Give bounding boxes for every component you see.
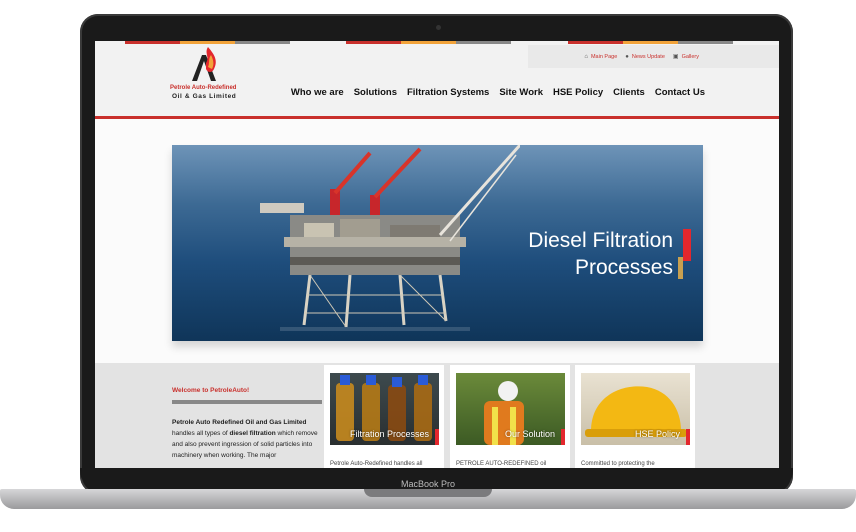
card-title: Filtration Processes	[349, 429, 429, 439]
hero-banner[interactable]: Diesel Filtration Processes	[172, 145, 703, 341]
laptop-mockup: Petrole Auto-Redefined Oil & Gas Limited…	[0, 0, 856, 532]
utility-link-label: Main Page	[590, 53, 618, 60]
hero-title: Diesel Filtration Processes	[528, 227, 673, 281]
utility-link-main-page[interactable]: ⌂ Main Page	[584, 54, 617, 60]
top-color-bars	[95, 41, 779, 44]
color-bar-red	[125, 41, 180, 44]
camera-icon	[436, 25, 441, 30]
logo-name-line1: Petrole Auto-Redefined	[170, 85, 237, 91]
nav-item-site-work[interactable]: Site Work	[499, 87, 543, 98]
card-title: HSE Policy	[634, 429, 680, 439]
hero-title-line2: Processes	[574, 256, 673, 279]
hero-accent-bar	[678, 257, 683, 279]
content-section: Welcome to PetroleAuto! Petrole Auto Red…	[95, 363, 779, 468]
nav-item-hse-policy[interactable]: HSE Policy	[553, 87, 603, 98]
color-bar-red	[568, 41, 623, 44]
card-title: Our Solution	[504, 429, 555, 439]
company-logo[interactable]: Petrole Auto-Redefined Oil & Gas Limited	[170, 47, 250, 103]
oil-rig-image	[260, 145, 520, 331]
image-icon: ▣	[672, 54, 679, 60]
color-bar-orange	[623, 41, 678, 44]
nav-item-filtration-systems[interactable]: Filtration Systems	[407, 87, 489, 98]
card-text: Petrole Auto-Redefined handles all	[330, 461, 423, 467]
color-bar-gray	[235, 41, 290, 44]
hero-accent-bar	[683, 229, 691, 261]
utility-link-label: News Update	[631, 53, 665, 60]
welcome-block: Welcome to PetroleAuto! Petrole Auto Red…	[172, 387, 322, 461]
card-accent-bar	[561, 429, 565, 445]
welcome-company-name: Petrole Auto Redefined Oil and Gas Limit…	[172, 419, 307, 426]
nav-item-solutions[interactable]: Solutions	[354, 87, 397, 98]
card-text: PETROLE AUTO-REDEFINED oil	[456, 461, 547, 467]
user-icon: ●	[625, 53, 629, 60]
laptop-brand-label: MacBook Pro	[400, 479, 456, 489]
welcome-title: Welcome to PetroleAuto!	[172, 387, 250, 394]
browser-screen: Petrole Auto-Redefined Oil & Gas Limited…	[95, 41, 779, 468]
card-text: Committed to protecting the	[581, 461, 655, 467]
site-header: Petrole Auto-Redefined Oil & Gas Limited…	[95, 41, 779, 119]
service-card-filtration[interactable]: Filtration Processes Petrole Auto-Redefi…	[324, 365, 444, 468]
color-bar-orange	[401, 41, 456, 44]
flame-logo-icon	[192, 47, 216, 81]
color-bar-gray	[678, 41, 733, 44]
utility-bar: ⌂ Main Page ● News Update ▣ Gallery	[528, 45, 779, 68]
home-icon: ⌂	[584, 53, 588, 60]
color-bar-orange	[180, 41, 235, 44]
nav-item-clients[interactable]: Clients	[613, 87, 645, 98]
welcome-highlight: diesel filtration	[229, 430, 276, 437]
card-accent-bar	[686, 429, 690, 445]
service-card-solution[interactable]: Our Solution PETROLE AUTO-REDEFINED oil	[450, 365, 570, 468]
nav-item-who-we-are[interactable]: Who we are	[291, 87, 344, 98]
service-card-hse[interactable]: HSE Policy Committed to protecting the	[575, 365, 695, 468]
welcome-text-part: handles all types of	[172, 430, 230, 437]
nav-item-contact-us[interactable]: Contact Us	[655, 87, 705, 98]
utility-link-label: Gallery	[681, 53, 699, 60]
utility-link-gallery[interactable]: ▣ Gallery	[672, 53, 699, 61]
card-accent-bar	[435, 429, 439, 445]
utility-link-news-update[interactable]: ● News Update	[625, 54, 665, 60]
card-image: HSE Policy	[581, 373, 690, 445]
main-nav: Who we are Solutions Filtration Systems …	[291, 87, 705, 98]
welcome-divider	[172, 400, 322, 404]
logo-name-line2: Oil & Gas Limited	[172, 93, 237, 100]
hero-title-line1: Diesel Filtration	[528, 229, 673, 252]
color-bar-red	[346, 41, 401, 44]
laptop-base-notch	[364, 489, 492, 497]
card-image: Filtration Processes	[330, 373, 439, 445]
welcome-text: Petrole Auto Redefined Oil and Gas Limit…	[172, 417, 322, 461]
card-image: Our Solution	[456, 373, 565, 445]
color-bar-gray	[456, 41, 511, 44]
